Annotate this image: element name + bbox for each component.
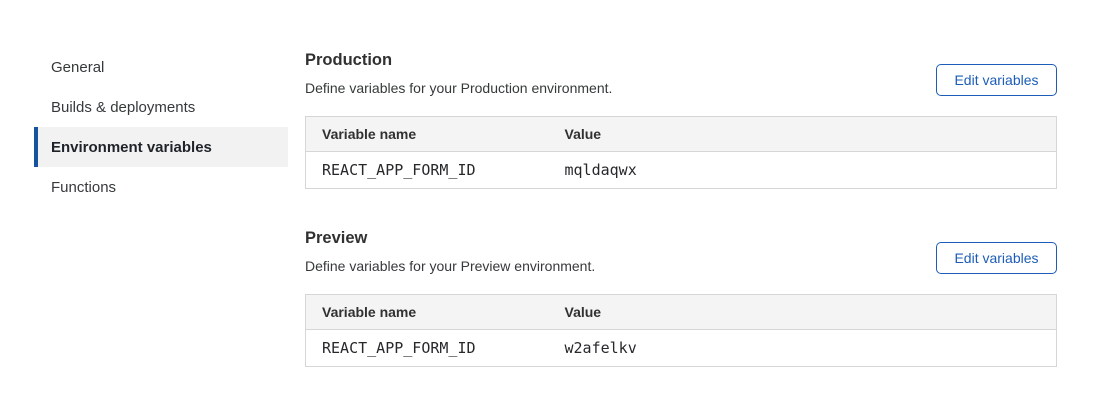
production-section: Production Define variables for your Pro… [305,50,1057,189]
table-row: REACT_APP_FORM_ID mqldaqwx [306,152,1057,189]
settings-sidebar: General Builds & deployments Environment… [34,47,288,207]
column-header-value: Value [549,117,1057,152]
sidebar-item-general[interactable]: General [34,47,288,87]
variable-value-cell: mqldaqwx [549,152,1057,189]
variable-name-cell: REACT_APP_FORM_ID [306,330,549,367]
variables-table-preview: Variable name Value REACT_APP_FORM_ID w2… [305,294,1057,367]
table-header-row: Variable name Value [306,117,1057,152]
sidebar-item-label: General [51,59,104,76]
column-header-variable-name: Variable name [306,295,549,330]
sidebar-item-label: Builds & deployments [51,99,195,116]
variable-name-cell: REACT_APP_FORM_ID [306,152,549,189]
column-header-value: Value [549,295,1057,330]
variables-table-production: Variable name Value REACT_APP_FORM_ID mq… [305,116,1057,189]
preview-section: Preview Define variables for your Previe… [305,228,1057,367]
edit-variables-button-production[interactable]: Edit variables [936,64,1057,96]
sidebar-item-label: Functions [51,179,116,196]
sidebar-item-functions[interactable]: Functions [34,167,288,207]
sidebar-item-label: Environment variables [51,139,212,156]
edit-variables-button-preview[interactable]: Edit variables [936,242,1057,274]
sidebar-item-builds-deployments[interactable]: Builds & deployments [34,87,288,127]
table-header-row: Variable name Value [306,295,1057,330]
settings-content: Production Define variables for your Pro… [305,50,1057,367]
column-header-variable-name: Variable name [306,117,549,152]
sidebar-item-environment-variables[interactable]: Environment variables [34,127,288,167]
table-row: REACT_APP_FORM_ID w2afelkv [306,330,1057,367]
variable-value-cell: w2afelkv [549,330,1057,367]
environment-variables-page: General Builds & deployments Environment… [0,0,1100,420]
